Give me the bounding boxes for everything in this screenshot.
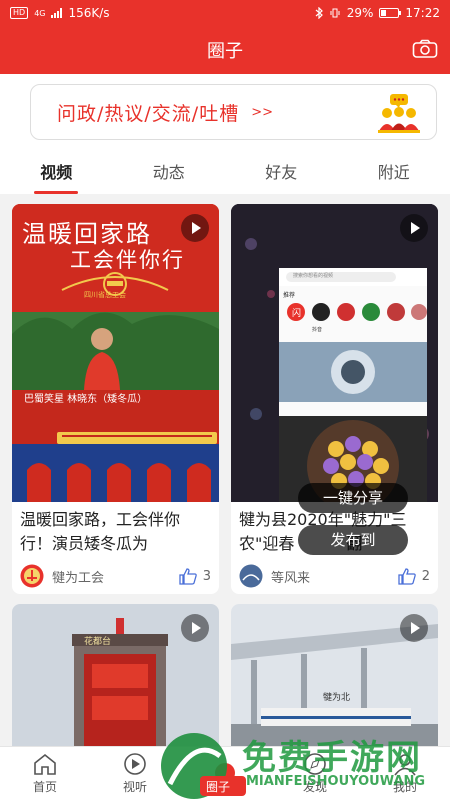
poster-art (231, 204, 438, 502)
author-avatar[interactable] (239, 564, 263, 588)
video-thumbnail[interactable]: 犍为北 (231, 604, 438, 746)
hd-badge: HD (10, 7, 29, 19)
play-icon[interactable] (400, 214, 428, 242)
phone-icon-label: 闪 (292, 309, 302, 319)
card-meta: 犍为工会 3 (12, 558, 219, 594)
nav-label: 发现 (302, 780, 327, 794)
bottom-nav: 首页 视听 发现 我的 (0, 746, 450, 800)
net-type: 4G (34, 8, 46, 18)
tab-bar: 视频 动态 好友 附近 (0, 152, 450, 194)
battery-percent: 29% (346, 6, 374, 20)
vibrate-icon (330, 8, 340, 18)
video-thumbnail[interactable]: 搜索你想看的视频 推荐 闪 抖音 (231, 204, 438, 502)
nav-label: 我的 (392, 780, 417, 794)
author-name[interactable]: 犍为工会 (52, 567, 104, 586)
author-avatar[interactable] (20, 564, 44, 588)
like-button[interactable]: 3 (179, 567, 211, 585)
nav-home[interactable]: 首页 (0, 747, 90, 800)
video-card[interactable]: 花都台 (12, 604, 219, 746)
video-card[interactable]: 犍为北 (231, 604, 438, 746)
nav-label: 视听 (122, 780, 147, 794)
sign-text: 花都台 (84, 637, 112, 647)
poster-caption: 巴蜀笑星 林晓东（矮冬瓜） (24, 394, 148, 405)
banner-area: 问政/热议/交流/吐槽 >> (0, 74, 450, 152)
video-thumbnail[interactable]: 花都台 (12, 604, 219, 746)
bluetooth-icon (315, 7, 323, 19)
tab-friends[interactable]: 好友 (225, 152, 338, 194)
poster-title-2: 工会伴你行 (70, 248, 185, 272)
people-chat-icon (378, 94, 420, 133)
thumbs-up-icon (398, 567, 416, 585)
signal-icon (51, 8, 63, 18)
page-title: 圈子 (207, 41, 243, 62)
nav-center[interactable] (180, 747, 270, 800)
play-icon[interactable] (181, 214, 209, 242)
card-meta: 等风来 2 (231, 558, 438, 594)
sign-text: 犍为北 (323, 693, 351, 703)
play-icon[interactable] (181, 614, 209, 642)
like-button[interactable]: 2 (398, 567, 430, 585)
video-grid: 温暖回家路 工会伴你行 四川省总工会 巴蜀笑星 林晓东（矮冬瓜） 温暖回家路，工… (0, 194, 450, 746)
banner-arrow: >> (251, 104, 274, 120)
tab-video[interactable]: 视频 (0, 152, 113, 194)
app-header: 圈子 (0, 26, 450, 74)
tab-nearby[interactable]: 附近 (338, 152, 450, 194)
camera-icon[interactable] (412, 39, 438, 59)
video-card[interactable]: 温暖回家路 工会伴你行 四川省总工会 巴蜀笑星 林晓东（矮冬瓜） 温暖回家路，工… (12, 204, 219, 594)
nav-media[interactable]: 视听 (90, 747, 180, 800)
publish-button[interactable]: 发布到 (298, 525, 408, 555)
nav-label: 首页 (32, 780, 57, 794)
phone-search: 搜索你想看的视频 (293, 273, 334, 279)
tab-moments[interactable]: 动态 (113, 152, 226, 194)
network-speed: 156K/s (68, 6, 110, 20)
like-count: 3 (202, 568, 211, 584)
video-thumbnail[interactable]: 温暖回家路 工会伴你行 四川省总工会 巴蜀笑星 林晓东（矮冬瓜） (12, 204, 219, 502)
user-icon (394, 754, 416, 776)
thumbs-up-icon (179, 567, 197, 585)
video-title: 温暖回家路，工会伴你行！演员矮冬瓜为 (20, 510, 181, 553)
home-icon (34, 753, 56, 775)
battery-icon (379, 8, 402, 18)
phone-tab: 推荐 (283, 292, 296, 299)
poster-org: 四川省总工会 (84, 291, 126, 299)
nav-discover[interactable]: 发现 (270, 747, 360, 800)
center-icon (215, 762, 235, 783)
nav-profile[interactable]: 我的 (360, 747, 450, 800)
play-circle-icon (124, 753, 146, 775)
author-name[interactable]: 等风来 (271, 567, 310, 586)
play-icon[interactable] (400, 614, 428, 642)
banner-text: 问政/热议/交流/吐槽 (57, 102, 240, 125)
discover-icon (304, 753, 326, 775)
topic-banner[interactable]: 问政/热议/交流/吐槽 >> (30, 84, 437, 140)
phone-icon-label: 抖音 (312, 327, 323, 333)
status-bar: HD 4G 156K/s 29% 17:22 (0, 0, 450, 26)
like-count: 2 (421, 568, 430, 584)
clock: 17:22 (405, 6, 440, 20)
share-button[interactable]: 一键分享 (298, 483, 408, 513)
